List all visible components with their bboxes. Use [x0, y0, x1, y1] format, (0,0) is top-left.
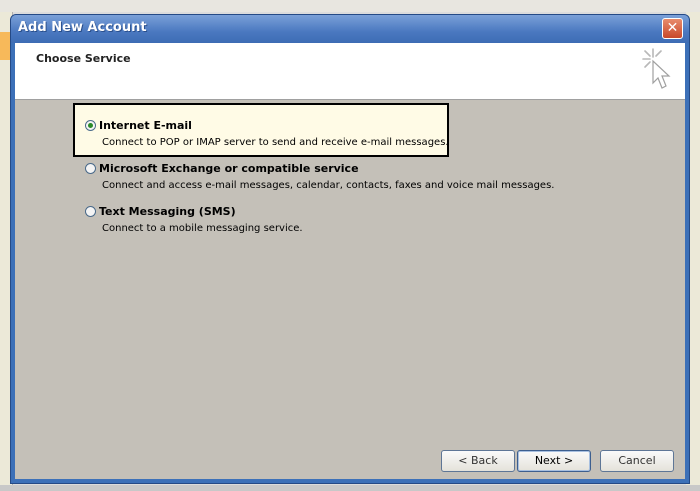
close-icon: ✕ [666, 20, 679, 36]
radio-selected-dot [88, 123, 93, 128]
radio-internet-email[interactable] [85, 120, 96, 131]
close-button[interactable]: ✕ [662, 18, 683, 39]
background-toolbar [0, 0, 700, 12]
radio-text-messaging[interactable] [85, 206, 96, 217]
option-description: Connect to a mobile messaging service. [102, 223, 303, 234]
dialog-client-area: Choose Service Internet E-mail Connect t… [15, 43, 685, 479]
option-label: Text Messaging (SMS) [99, 205, 236, 218]
option-label: Microsoft Exchange or compatible service [99, 162, 359, 175]
section-title: Choose Service [36, 52, 131, 65]
wizard-header: Choose Service [15, 43, 685, 100]
radio-exchange[interactable] [85, 163, 96, 174]
next-button[interactable]: Next > [517, 450, 591, 472]
cancel-button[interactable]: Cancel [600, 450, 674, 472]
wizard-cursor-icon [642, 48, 671, 89]
option-description: Connect to POP or IMAP server to send an… [102, 137, 449, 148]
option-label: Internet E-mail [99, 119, 192, 132]
title-bar[interactable]: Add New Account ✕ [11, 15, 689, 43]
background-status-bar [0, 485, 700, 491]
back-button[interactable]: < Back [441, 450, 515, 472]
add-new-account-dialog: Add New Account ✕ Choose Service Interne [10, 14, 690, 484]
option-description: Connect and access e-mail messages, cale… [102, 180, 555, 191]
dialog-title: Add New Account [18, 20, 147, 35]
